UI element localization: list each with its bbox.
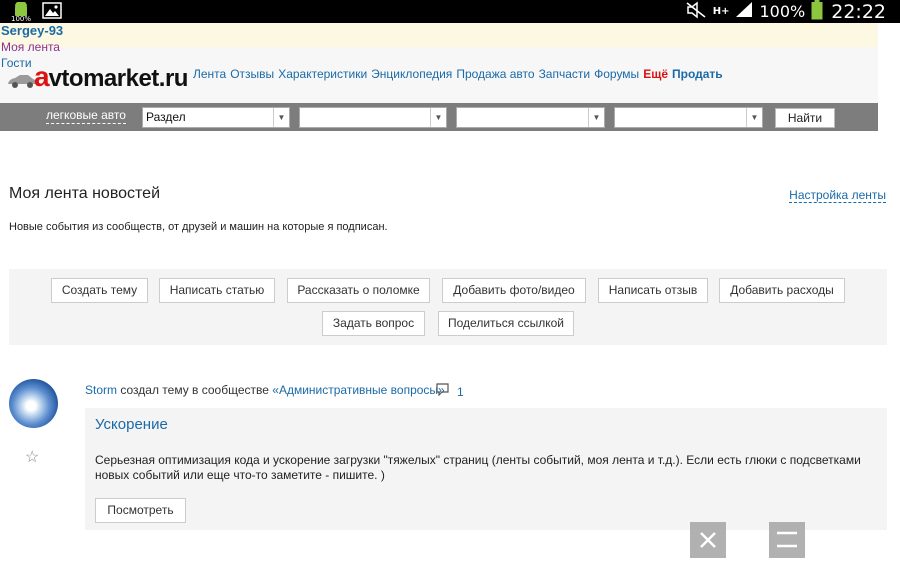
battery-icon (811, 0, 823, 24)
nav-more-link[interactable]: Ещё (643, 67, 668, 81)
event-line: Storm создал тему в сообществе «Админист… (85, 383, 445, 397)
chevron-down-icon: ▼ (430, 108, 446, 127)
my-feed-link[interactable]: Моя лента (1, 40, 60, 54)
nav-sell-link[interactable]: Продать (672, 67, 723, 81)
site-logo[interactable]: a vtomarket.ru (6, 61, 189, 93)
signal-icon (735, 1, 753, 22)
nav-item-feed[interactable]: Лента (193, 67, 226, 81)
android-status-bar: 100% H+ 100% 22:22 (0, 0, 900, 23)
status-bar-left: 100% (10, 1, 62, 24)
chevron-down-icon: ▼ (588, 108, 604, 127)
main-nav: Лента Отзывы Характеристики Энциклопедия… (193, 67, 723, 81)
nav-item-car-sales[interactable]: Продажа авто (456, 67, 534, 81)
page-subtitle: Новые события из сообществ, от друзей и … (9, 221, 388, 233)
android-icon: 100% (10, 1, 32, 23)
share-link-button[interactable]: Поделиться ссылкой (438, 311, 574, 336)
close-overlay-button[interactable] (690, 522, 726, 558)
menu-overlay-button[interactable] (769, 522, 805, 558)
status-battery-small-text: 100% (11, 15, 32, 23)
username-link[interactable]: Sergey-93 (1, 23, 63, 38)
mute-icon (685, 0, 707, 23)
view-post-button[interactable]: Посмотреть (95, 498, 186, 523)
logo-accent-letter: a (34, 61, 50, 92)
add-media-button[interactable]: Добавить фото/видео (442, 278, 586, 303)
event-action-text: создал тему в сообществе (120, 383, 269, 397)
feed-settings-link[interactable]: Настройка ленты (789, 188, 886, 203)
nav-item-forums[interactable]: Форумы (594, 67, 639, 81)
comments-counter[interactable]: 1 (436, 383, 464, 401)
filter-select-3[interactable]: ▼ (456, 107, 605, 128)
ask-question-button[interactable]: Задать вопрос (322, 311, 425, 336)
status-bar-right: H+ 100% 22:22 (685, 0, 886, 23)
category-dropdown-label[interactable]: легковые авто (46, 108, 126, 124)
post-text: Серьезная оптимизация кода и ускорение з… (95, 453, 861, 482)
network-type-text: H+ (712, 6, 730, 17)
section-select[interactable]: Раздел ▼ (142, 107, 290, 128)
clock-text: 22:22 (831, 0, 886, 23)
filter-select-4[interactable]: ▼ (614, 107, 763, 128)
filter-select-2[interactable]: ▼ (299, 107, 447, 128)
nav-item-specs[interactable]: Характеристики (278, 67, 367, 81)
chevron-down-icon: ▼ (273, 108, 289, 127)
find-button[interactable]: Найти (775, 108, 835, 128)
add-expenses-button[interactable]: Добавить расходы (719, 278, 845, 303)
tell-breakdown-button[interactable]: Рассказать о поломке (287, 278, 430, 303)
write-review-button[interactable]: Написать отзыв (598, 278, 708, 303)
comment-icon (436, 383, 449, 401)
write-article-button[interactable]: Написать статью (159, 278, 275, 303)
post-title-link[interactable]: Ускорение (95, 416, 168, 433)
battery-percent-text: 100% (759, 2, 806, 21)
nav-item-reviews[interactable]: Отзывы (230, 67, 274, 81)
chevron-down-icon: ▼ (746, 108, 762, 127)
menu-icon (777, 531, 797, 548)
image-icon (42, 2, 62, 24)
star-icon[interactable]: ☆ (25, 447, 39, 467)
author-link[interactable]: Storm (85, 383, 117, 397)
user-strip (0, 23, 878, 47)
close-icon (700, 532, 716, 548)
comments-count: 1 (457, 385, 464, 399)
create-topic-button[interactable]: Создать тему (51, 278, 148, 303)
avatar[interactable] (9, 379, 58, 428)
page-title: Моя лента новостей (9, 185, 161, 202)
section-select-value: Раздел (146, 110, 186, 124)
logo-text: vtomarket.ru (48, 65, 189, 92)
nav-item-parts[interactable]: Запчасти (539, 67, 591, 81)
community-link[interactable]: «Административные вопросы» (272, 383, 444, 397)
nav-item-encyclopedia[interactable]: Энциклопедия (371, 67, 452, 81)
